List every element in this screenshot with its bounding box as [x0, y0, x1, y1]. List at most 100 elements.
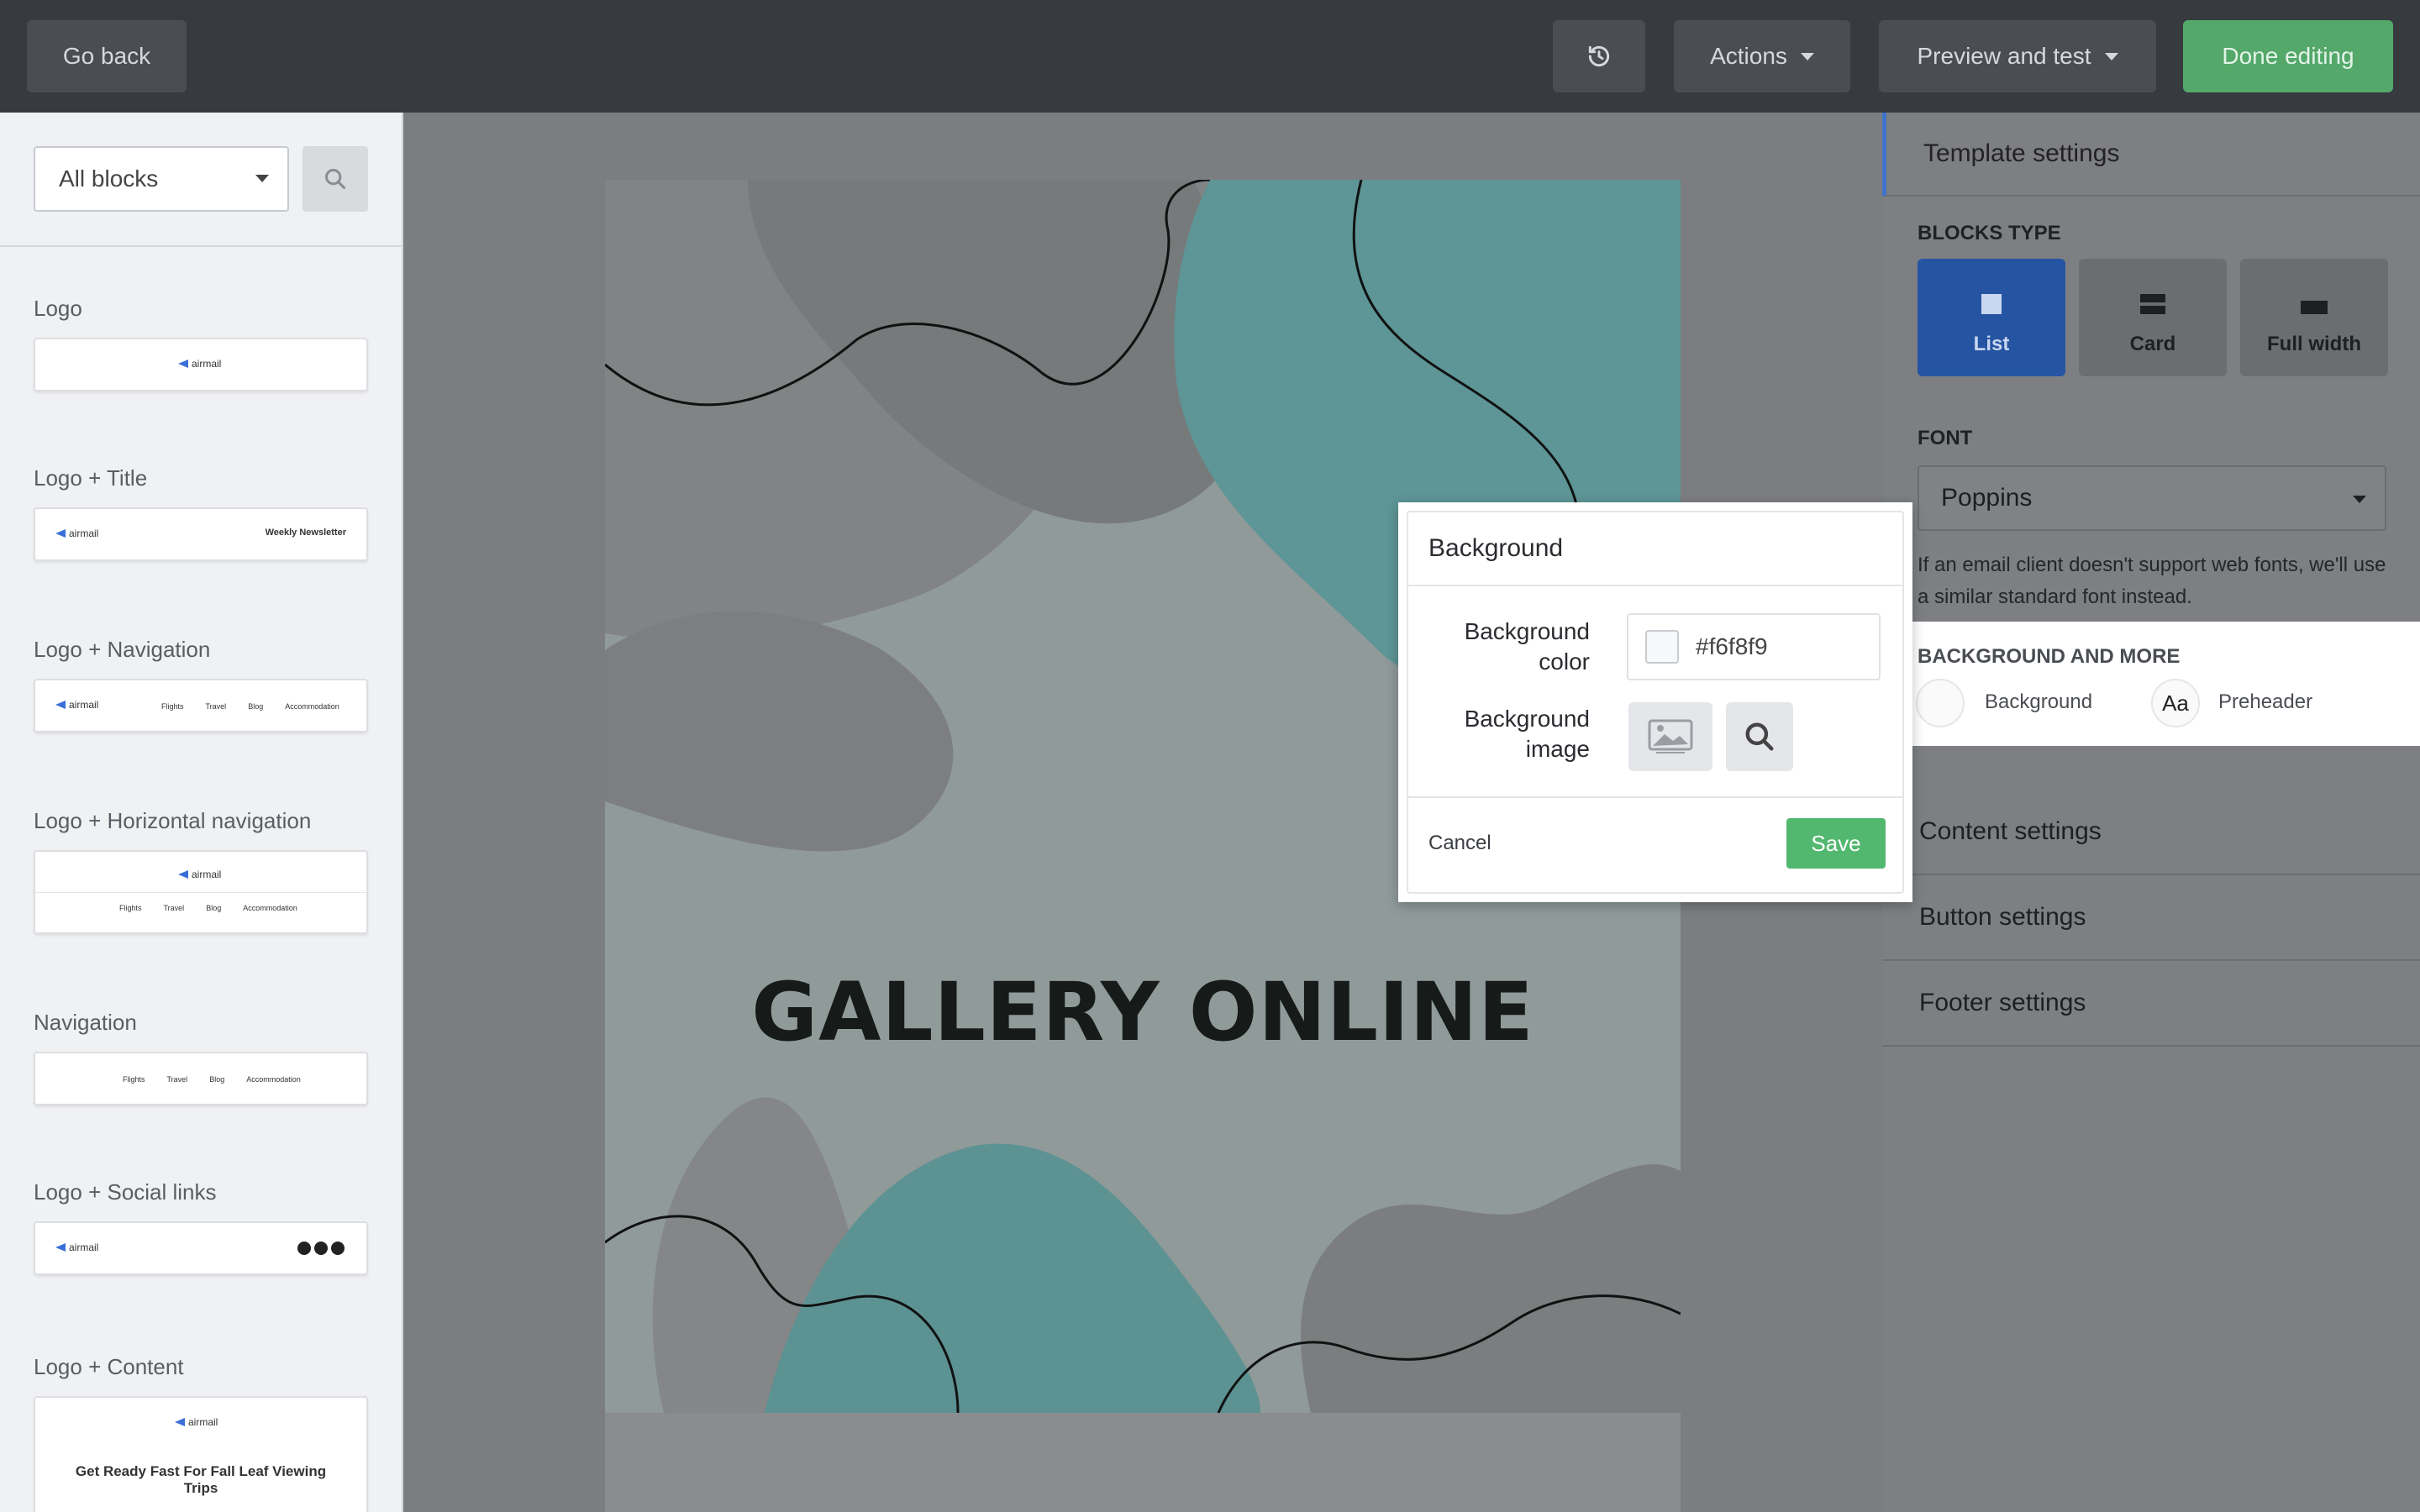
block-type-list[interactable]: List — [1918, 259, 2065, 376]
background-image-label: Background image — [1464, 706, 1590, 762]
nav-item: Flights — [123, 1075, 145, 1084]
brand-logo: airmail — [55, 699, 98, 711]
search-icon — [324, 168, 346, 190]
brand-name: airmail — [69, 1242, 99, 1253]
background-color-input[interactable]: #f6f8f9 — [1627, 613, 1881, 680]
history-button[interactable] — [1553, 20, 1645, 92]
paper-plane-icon — [55, 1243, 66, 1252]
block-logo-social-links[interactable]: Logo + Social links airmail — [34, 1179, 368, 1275]
nav-item: Travel — [163, 904, 185, 912]
caret-down-icon — [2353, 496, 2366, 503]
card-icon — [2140, 294, 2165, 314]
preheader-glyph: Aa — [2162, 690, 2189, 716]
facebook-icon — [297, 1242, 311, 1255]
template-settings-title: Template settings — [1923, 139, 2120, 167]
dialog-divider — [1408, 796, 1902, 798]
block-preview: airmail Weekly Newsletter — [34, 507, 368, 561]
font-value: Poppins — [1941, 484, 2033, 512]
paper-plane-icon — [178, 870, 188, 879]
done-editing-button[interactable]: Done editing — [2183, 20, 2393, 92]
color-swatch[interactable] — [1645, 630, 1679, 664]
social-icons — [294, 1242, 345, 1257]
block-preview: airmail — [34, 1221, 368, 1275]
background-color-label: Background color — [1464, 618, 1590, 675]
paper-plane-icon — [55, 529, 66, 538]
search-image-button[interactable] — [1726, 702, 1793, 771]
font-select[interactable]: Poppins — [1918, 465, 2386, 531]
preview-dropdown[interactable]: Preview and test — [1879, 20, 2156, 92]
brand-logo: airmail — [178, 869, 221, 880]
nav-item: Accommodation — [285, 702, 339, 711]
nav-item: Accommodation — [246, 1075, 301, 1084]
upload-image-button[interactable] — [1628, 702, 1712, 771]
footer-settings-row[interactable]: Footer settings — [1882, 961, 2420, 1047]
block-logo-horizontal-navigation[interactable]: Logo + Horizontal navigation airmail Fli… — [34, 808, 368, 934]
actions-dropdown[interactable]: Actions — [1674, 20, 1850, 92]
content-settings-row[interactable]: Content settings — [1882, 790, 2420, 875]
list-icon — [1981, 294, 2002, 314]
preview-nav: Flights Travel Blog Accommodation — [123, 1075, 301, 1084]
background-and-more-section: BACKGROUND AND MORE Background Aa Prehea… — [1882, 622, 2420, 746]
block-label: Logo + Horizontal navigation — [34, 808, 312, 833]
cancel-button[interactable]: Cancel — [1428, 832, 1491, 855]
caret-down-icon — [1800, 52, 1814, 60]
preheader-icon[interactable]: Aa — [2151, 679, 2200, 727]
block-preview: Flights Travel Blog Accommodation — [34, 1052, 368, 1105]
block-label: Logo + Content — [34, 1354, 184, 1379]
block-logo-navigation[interactable]: Logo + Navigation airmail Flights Travel… — [34, 637, 368, 732]
blocks-filter-select[interactable]: All blocks — [34, 146, 289, 212]
search-icon — [1745, 722, 1774, 751]
brand-name: airmail — [192, 869, 222, 880]
block-label: Logo — [34, 296, 82, 321]
background-dialog: Background Background color #f6f8f9 Back… — [1407, 511, 1904, 894]
nav-item: Blog — [248, 702, 264, 711]
background-color-value: #f6f8f9 — [1696, 633, 1768, 659]
nav-item: Flights — [119, 904, 142, 912]
nav-item: Blog — [206, 904, 222, 912]
block-type-label: List — [1973, 333, 2010, 355]
brand-name: airmail — [69, 699, 99, 711]
top-toolbar: Go back Actions Preview and test Done ed… — [0, 0, 2420, 113]
block-logo[interactable]: Logo airmail — [34, 296, 368, 391]
preview-title: Get Ready Fast For Fall Leaf Viewing Tri… — [75, 1463, 327, 1496]
button-settings-row[interactable]: Button settings — [1882, 875, 2420, 961]
block-type-full-width[interactable]: Full width — [2240, 259, 2388, 376]
image-icon — [1648, 719, 1693, 753]
brand-name: airmail — [69, 528, 99, 539]
nav-item: Travel — [205, 702, 227, 711]
blocks-type-label: BLOCKS TYPE — [1918, 222, 2061, 244]
blocks-sidebar: All blocks Logo airmail Logo + Title air… — [0, 113, 403, 1512]
block-navigation[interactable]: Navigation Flights Travel Blog Accommoda… — [34, 1010, 368, 1105]
font-note: If an email client doesn't support web f… — [1918, 554, 2386, 608]
block-label: Logo + Navigation — [34, 637, 211, 662]
brand-logo: airmail — [175, 1416, 218, 1428]
dialog-title: Background — [1408, 512, 1902, 586]
save-button[interactable]: Save — [1786, 818, 1886, 869]
block-label: Navigation — [34, 1010, 137, 1035]
block-logo-title[interactable]: Logo + Title airmail Weekly Newsletter — [34, 465, 368, 561]
caret-down-icon — [2104, 52, 2118, 60]
footer-settings-label: Footer settings — [1919, 989, 2086, 1016]
blocks-search-button[interactable] — [302, 146, 368, 212]
background-swatch[interactable] — [1916, 679, 1965, 727]
history-icon — [1588, 45, 1610, 67]
settings-panel: Template settings BLOCKS TYPE List Card … — [1882, 113, 2420, 1512]
template-settings-header[interactable]: Template settings — [1882, 113, 2420, 197]
preheader-option[interactable]: Preheader — [2218, 690, 2312, 714]
instagram-icon — [331, 1242, 345, 1255]
brand-name: airmail — [192, 358, 222, 370]
go-back-label: Go back — [62, 43, 151, 69]
font-label: FONT — [1918, 427, 1973, 449]
block-logo-content[interactable]: Logo + Content airmail Get Ready Fast Fo… — [34, 1354, 368, 1512]
block-type-card[interactable]: Card — [2079, 259, 2227, 376]
twitter-icon — [314, 1242, 328, 1255]
background-option[interactable]: Background — [1985, 690, 2092, 714]
actions-label: Actions — [1710, 43, 1787, 69]
go-back-button[interactable]: Go back — [27, 20, 187, 92]
block-preview: airmail — [34, 338, 368, 391]
nav-item: Travel — [166, 1075, 188, 1084]
preview-nav: Flights Travel Blog Accommodation — [119, 904, 297, 912]
nav-item: Blog — [209, 1075, 225, 1084]
background-popover: Background Background color #f6f8f9 Back… — [1398, 502, 1912, 902]
sidebar-filter-bar: All blocks — [0, 113, 402, 247]
